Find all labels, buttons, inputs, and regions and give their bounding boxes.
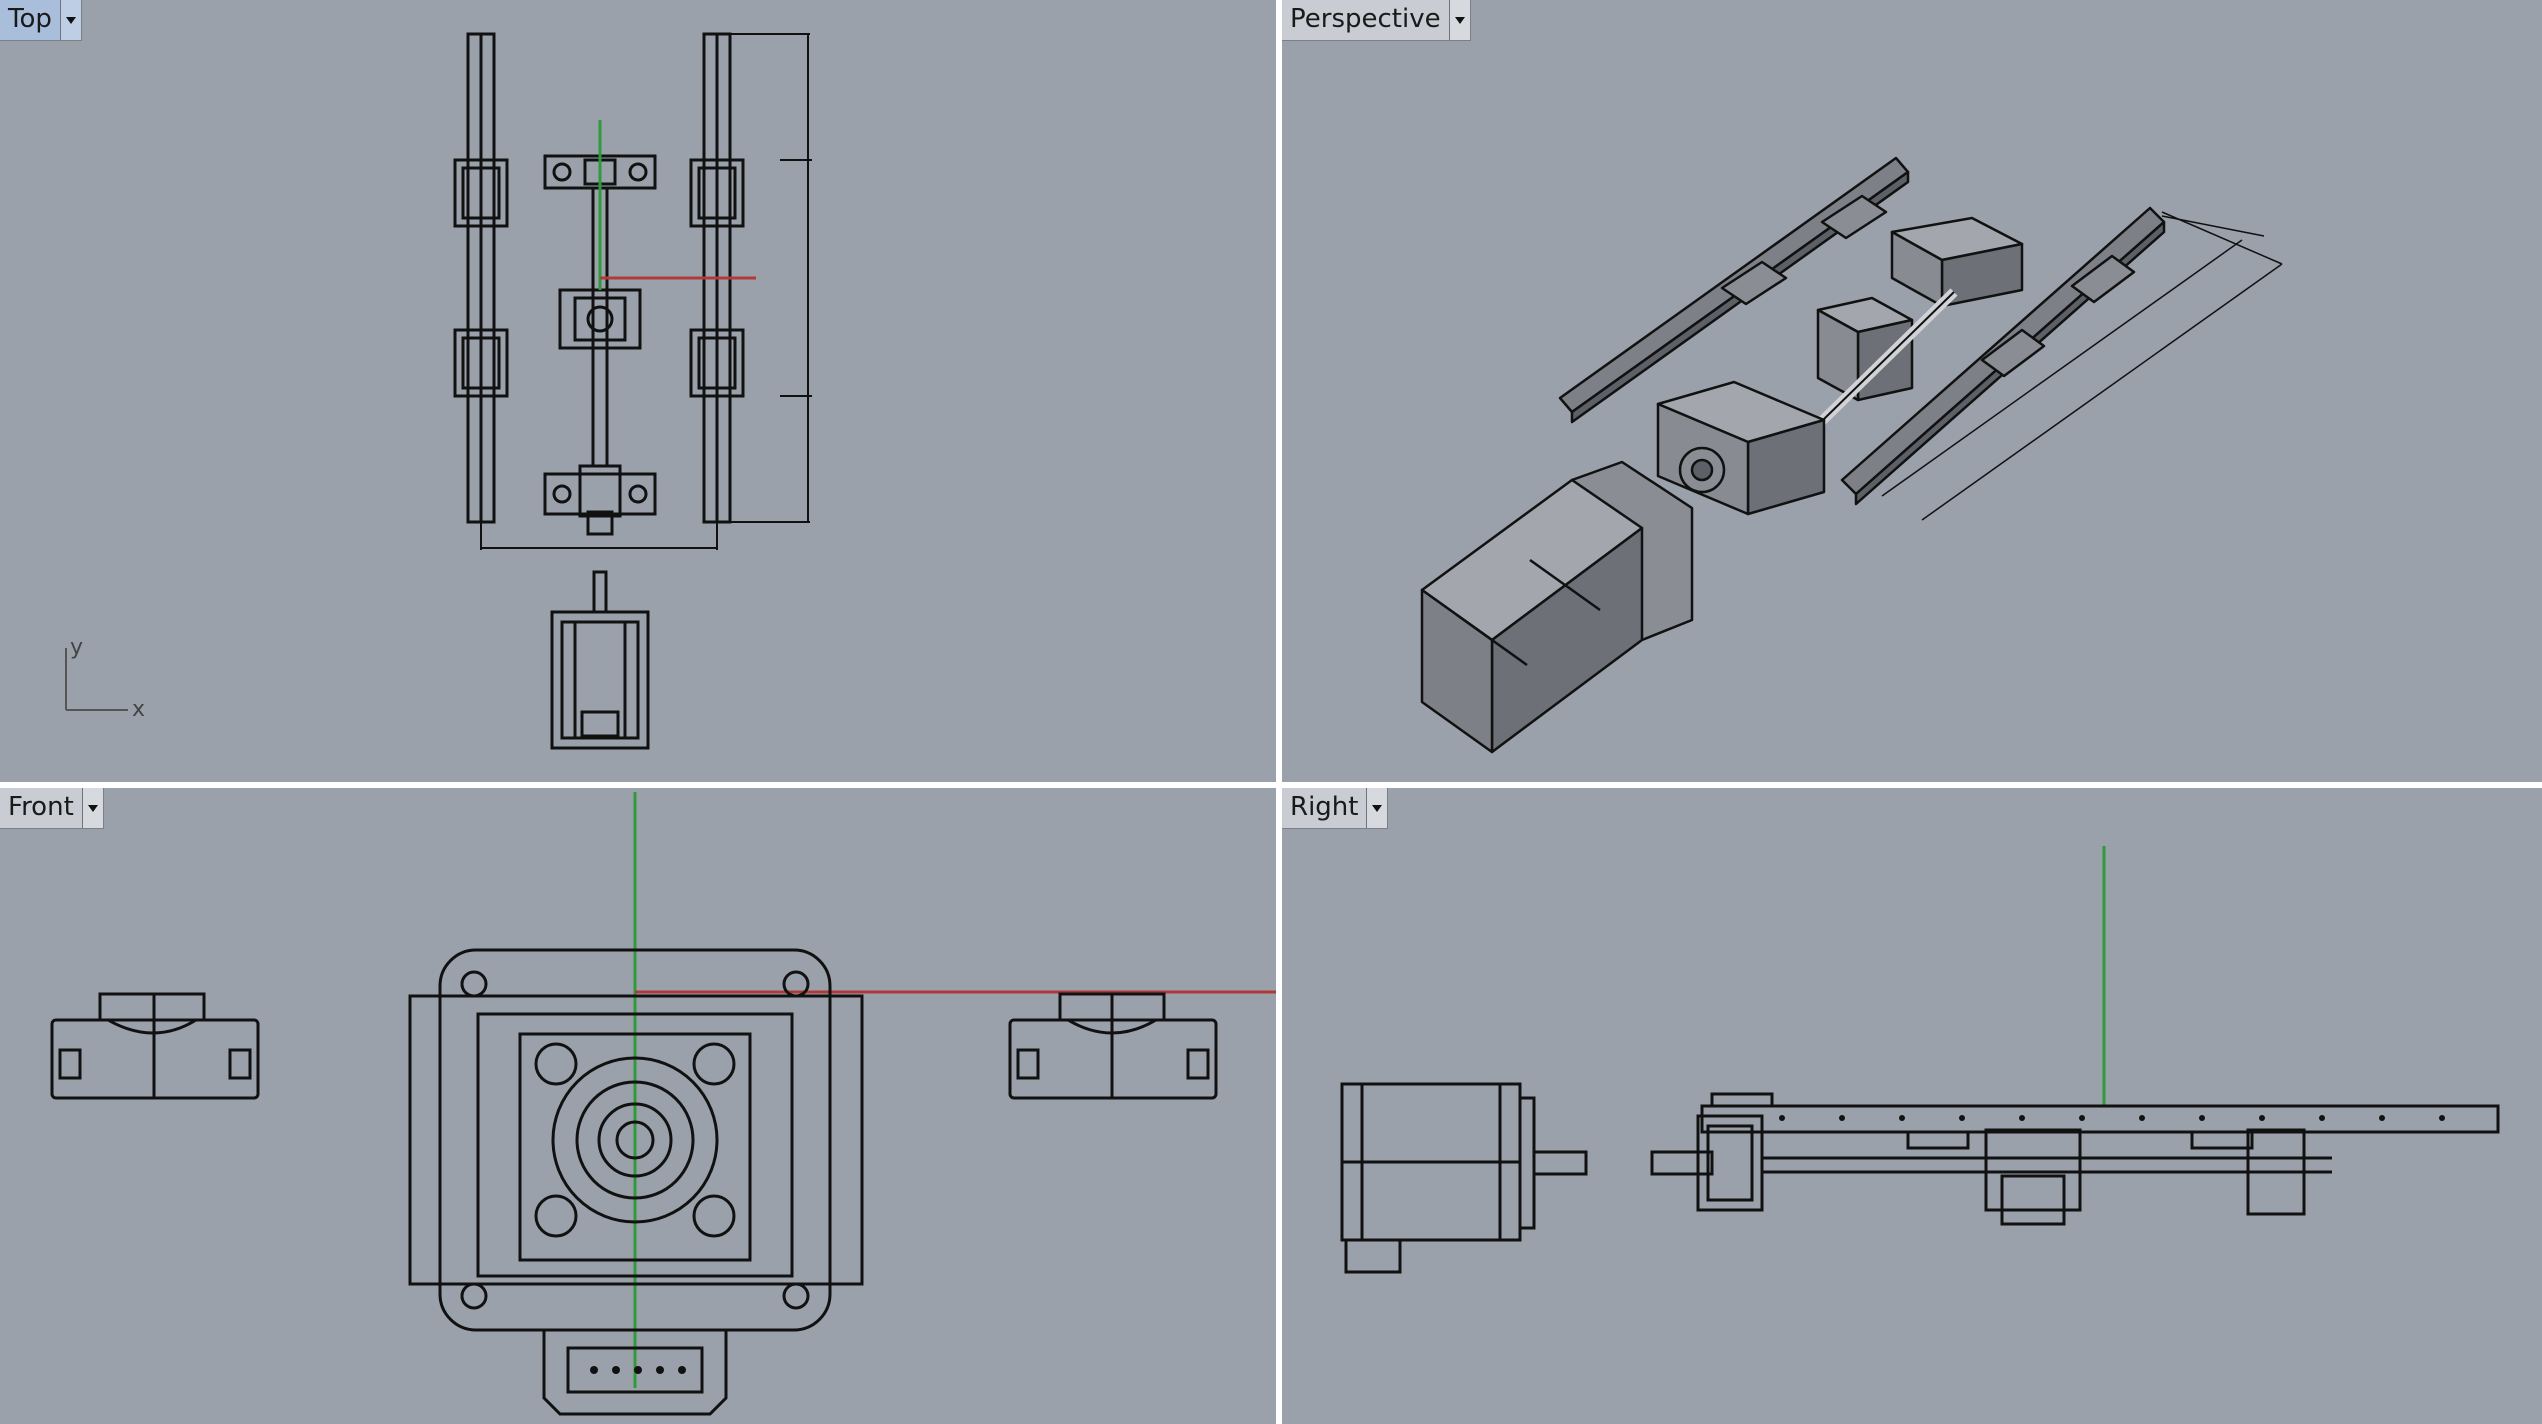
viewport-front[interactable]: Front [0, 788, 1276, 1424]
viewport-perspective[interactable]: Perspective [1282, 0, 2542, 782]
top-view-drawing: y x [65, 32, 812, 750]
front-view-drawing [50, 792, 1276, 1416]
axis-label-x: x [132, 697, 145, 722]
right-view-drawing [1340, 846, 2500, 1274]
perspective-view-drawing [1420, 156, 2283, 754]
axis-label-y: y [70, 635, 83, 660]
viewport-top[interactable]: Top y x [0, 0, 1276, 782]
viewport-right[interactable]: Right [1282, 788, 2542, 1424]
